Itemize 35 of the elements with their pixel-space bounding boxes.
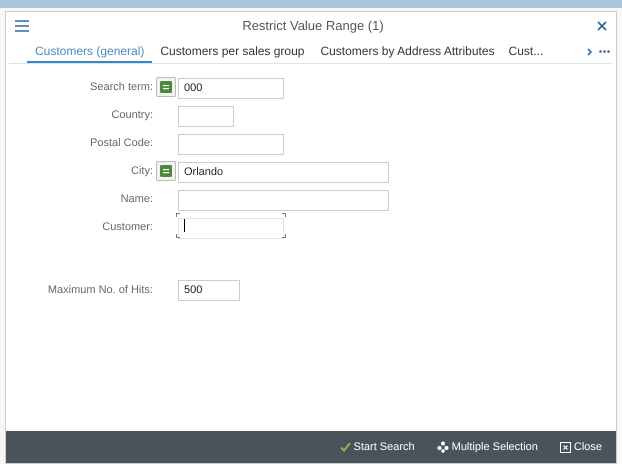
close-icon[interactable] [597,21,607,31]
field-label: Maximum No. of Hits: [46,282,154,298]
tab[interactable]: Customers per sales group [152,40,312,63]
field-label: Customer: [101,220,154,235]
focus-brackets-icon [176,213,286,238]
input-field[interactable] [178,218,284,238]
field-label: Name: [120,192,154,207]
footer-button[interactable]: Start Search [340,438,415,456]
checkmark-icon [340,442,351,452]
input-field[interactable] [178,106,234,126]
field-label: Search term: [89,80,154,95]
field-label: Country: [110,108,154,123]
input-field[interactable]: 500 [178,280,240,300]
field-label: Postal Code: [89,136,154,151]
close-box-icon [560,442,571,452]
footer-button[interactable]: Close [560,438,602,456]
text-cursor [184,219,185,232]
cluster-icon [436,441,449,453]
field-label: City: [130,164,154,179]
tab[interactable]: Cust... [502,40,552,63]
tab[interactable]: Customers (general) [27,40,152,63]
more-icon[interactable] [599,50,610,53]
tab[interactable]: Customers by Address Attributes [312,40,503,63]
equals-icon [160,165,172,177]
footer-button[interactable]: Multiple Selection [436,438,538,456]
equals-icon [160,81,172,93]
input-field[interactable]: 000 [178,78,284,98]
operator-button[interactable] [156,77,176,97]
input-field[interactable]: Orlando [178,162,389,182]
operator-button[interactable] [156,161,176,181]
chevron-right-icon[interactable] [587,48,592,56]
dialog-title: Restrict Value Range (1) [241,17,385,36]
menu-icon[interactable] [15,20,29,32]
input-field[interactable] [178,190,389,210]
input-field[interactable] [178,134,284,154]
